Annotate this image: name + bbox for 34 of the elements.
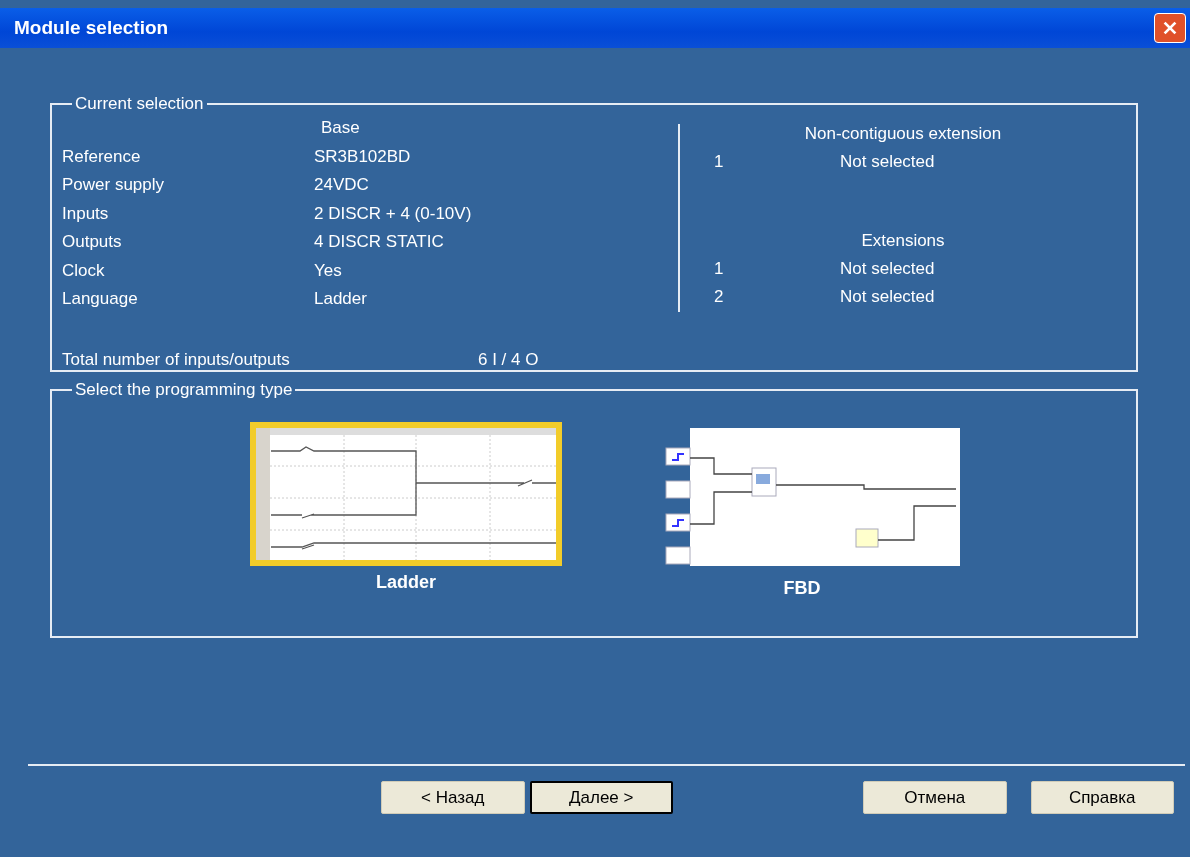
close-button[interactable] [1154, 13, 1186, 43]
slot-number: 1 [713, 258, 725, 279]
slot-number: 1 [713, 152, 725, 173]
window-title: Module selection [14, 17, 169, 39]
slot-value: Not selected [840, 287, 935, 308]
dialog-button[interactable]: < Назад [381, 781, 525, 814]
field-label: Reference [62, 146, 142, 167]
field-label: Outputs [62, 232, 123, 253]
option-label: Ladder [376, 572, 436, 593]
field-label: Clock [62, 260, 106, 281]
total-label: Total number of inputs/outputs [62, 349, 291, 370]
slot-value: Not selected [840, 258, 935, 279]
close-icon [1161, 19, 1179, 37]
group-legend: Select the programming type [72, 380, 296, 400]
dialog-button[interactable]: Далее > [529, 781, 673, 814]
field-value: 2 DISCR + 4 (0-10V) [314, 203, 472, 224]
column-heading: Extensions [860, 229, 946, 252]
total-value: 6 I / 4 O [478, 349, 539, 370]
slot-number: 2 [713, 287, 725, 308]
field-label: Power supply [62, 175, 166, 196]
field-value: 24VDC [314, 175, 369, 196]
dialog-button[interactable]: Отмена [863, 781, 1007, 814]
group-legend: Current selection [72, 94, 207, 114]
field-value: Ladder [314, 289, 367, 310]
option-label: FBD [783, 578, 821, 599]
field-label: Inputs [62, 203, 110, 224]
field-value: Yes [314, 260, 342, 281]
column-heading: Non-contiguous extension [803, 123, 1003, 145]
field-value: SR3B102BD [314, 146, 411, 167]
field-value: 4 DISCR STATIC [314, 232, 444, 253]
column-heading: Base [320, 118, 360, 139]
field-label: Language [62, 289, 139, 310]
dialog-button[interactable]: Справка [1030, 781, 1174, 814]
slot-value: Not selected [840, 152, 935, 173]
